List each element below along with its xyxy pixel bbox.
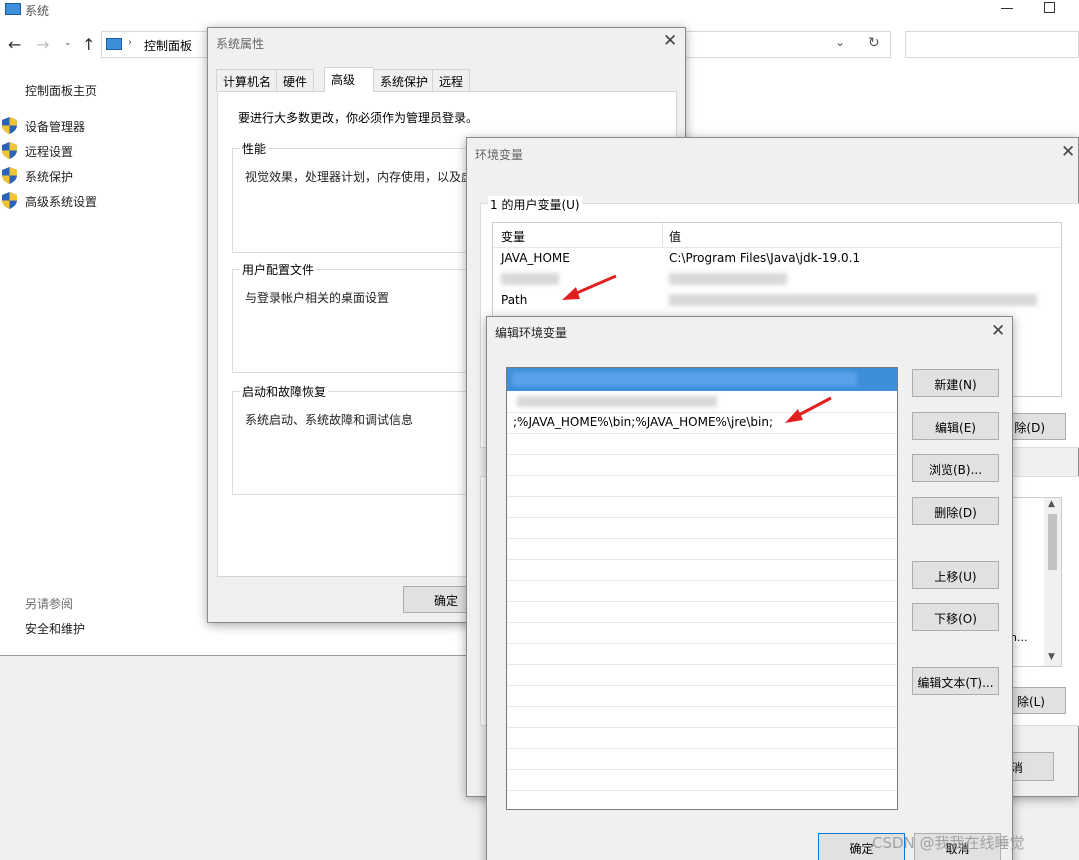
dialog-title: 编辑环境变量 (495, 326, 568, 340)
tab-hardware[interactable]: 硬件 (276, 69, 315, 91)
recent-dropdown-icon[interactable]: ⌄ (64, 38, 72, 48)
sidebar-item-device-manager[interactable]: 设备管理器 (25, 118, 85, 135)
list-item[interactable] (507, 391, 897, 412)
user-variables-label: 1 的用户变量(U) (488, 196, 582, 213)
address-dropdown-icon[interactable]: ⌄ (835, 35, 845, 49)
column-header-variable[interactable]: 变量 (501, 228, 525, 245)
system-window-title: 系统 (25, 4, 50, 18)
sidebar-item-remote-settings[interactable]: 远程设置 (25, 143, 73, 160)
tab-system-protection[interactable]: 系统保护 (373, 69, 436, 91)
edit-button[interactable]: 编辑(E) (912, 412, 999, 440)
list-item-selected[interactable] (507, 368, 897, 391)
list-item[interactable]: ;%JAVA_HOME%\bin;%JAVA_HOME%\jre\bin; (507, 412, 897, 433)
close-icon[interactable]: ✕ (1061, 144, 1075, 161)
annotation-arrow (562, 274, 617, 300)
shield-icon (2, 117, 17, 134)
dialog-title: 环境变量 (475, 148, 524, 162)
maximize-button[interactable] (1044, 2, 1055, 13)
sidebar-item-system-protection[interactable]: 系统保护 (25, 168, 73, 185)
tab-remote[interactable]: 远程 (432, 69, 471, 91)
refresh-icon[interactable]: ↻ (868, 35, 880, 51)
variable-name: Path (501, 293, 528, 307)
move-down-button[interactable]: 下移(O) (912, 603, 999, 631)
up-button[interactable]: ↑ (82, 35, 95, 54)
system-app-icon (5, 3, 21, 15)
shield-icon (2, 192, 17, 209)
search-box[interactable] (905, 31, 1079, 58)
column-divider (662, 223, 663, 247)
dialog-title: 系统属性 (216, 37, 265, 51)
new-button[interactable]: 新建(N) (912, 369, 999, 397)
shield-icon (2, 142, 17, 159)
close-icon[interactable]: ✕ (991, 323, 1005, 340)
startup-recovery-title: 启动和故障恢复 (240, 383, 329, 400)
column-header-value[interactable]: 值 (669, 228, 681, 245)
scroll-down-icon[interactable]: ▼ (1048, 652, 1055, 662)
entry-text: ;%JAVA_HOME%\bin;%JAVA_HOME%\jre\bin; (513, 415, 774, 429)
user-profiles-title: 用户配置文件 (240, 261, 317, 278)
scroll-up-icon[interactable]: ▲ (1048, 499, 1055, 509)
edit-env-var-dialog: 编辑环境变量 ✕ ;%JAVA_HOME%\bin;%JAVA_HOME%\jr… (486, 316, 1013, 860)
user-profiles-desc: 与登录帐户相关的桌面设置 (245, 291, 390, 305)
minimize-button[interactable] (1001, 8, 1013, 9)
delete-button[interactable]: 删除(D) (912, 497, 999, 525)
sidebar-home-link[interactable]: 控制面板主页 (25, 82, 97, 99)
startup-recovery-desc: 系统启动、系统故障和调试信息 (245, 413, 414, 427)
breadcrumb[interactable]: 控制面板 (144, 37, 192, 54)
shield-icon (2, 167, 17, 184)
table-row[interactable]: JAVA_HOME C:\Program Files\Java\jdk-19.0… (493, 248, 1061, 269)
admin-note: 要进行大多数更改，你必须作为管理员登录。 (238, 111, 479, 125)
delete-label: 除(L) (1016, 695, 1045, 709)
entries-list[interactable]: ;%JAVA_HOME%\bin;%JAVA_HOME%\jre\bin; (506, 367, 898, 810)
performance-desc: 视觉效果，处理器计划，内存使用，以及虚 (245, 170, 474, 184)
browse-button[interactable]: 浏览(B)... (912, 454, 999, 482)
variable-name: JAVA_HOME (501, 251, 570, 265)
forward-button[interactable]: → (36, 35, 49, 54)
control-panel-icon (106, 38, 122, 50)
annotation-arrow (785, 396, 832, 423)
sidebar-item-advanced-settings[interactable]: 高级系统设置 (25, 193, 97, 210)
scrollbar[interactable]: ▲ ▼ (1044, 498, 1061, 666)
performance-title: 性能 (240, 140, 269, 157)
tab-advanced[interactable]: 高级 (324, 67, 374, 92)
address-chevron-icon: › (128, 37, 132, 48)
close-icon[interactable]: ✕ (663, 33, 677, 50)
back-button[interactable]: ← (8, 35, 21, 54)
edit-text-button[interactable]: 编辑文本(T)... (912, 667, 999, 695)
move-up-button[interactable]: 上移(U) (912, 561, 999, 589)
delete-label: 除(D) (1014, 421, 1045, 435)
tab-computer-name[interactable]: 计算机名 (216, 69, 279, 91)
scroll-thumb[interactable] (1048, 514, 1057, 570)
variable-value: C:\Program Files\Java\jdk-19.0.1 (669, 251, 861, 265)
watermark: CSDN @我我在线睡觉 (872, 834, 1025, 852)
see-also-heading: 另请参阅 (25, 597, 74, 611)
security-maintenance-link[interactable]: 安全和维护 (25, 620, 85, 637)
